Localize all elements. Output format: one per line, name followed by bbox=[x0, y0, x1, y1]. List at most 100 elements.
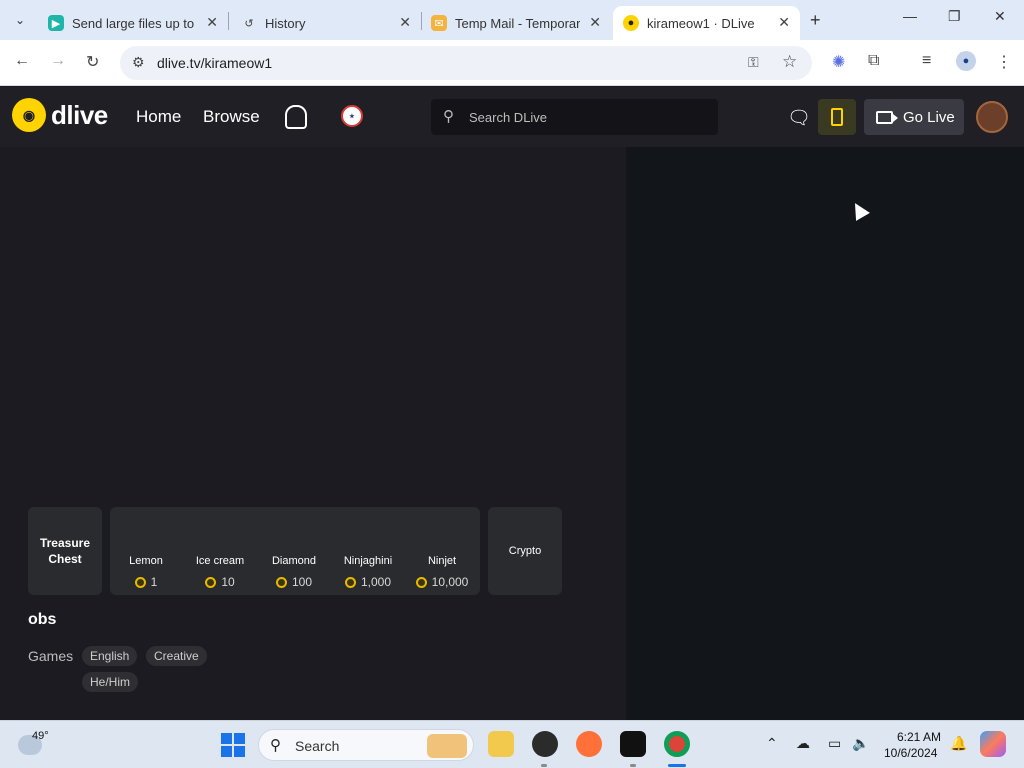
gift-ninjet-price[interactable]: 10,000 bbox=[406, 575, 478, 589]
crypto-label: Crypto bbox=[508, 545, 542, 557]
gift-ice-cream-price[interactable]: 10 bbox=[184, 575, 256, 589]
price-value: 10,000 bbox=[431, 575, 469, 589]
filemail-icon: ▶ bbox=[48, 15, 64, 31]
new-tab-icon[interactable]: + bbox=[810, 10, 821, 31]
phone-icon bbox=[831, 108, 843, 126]
user-avatar[interactable] bbox=[976, 101, 1008, 133]
crypto-button[interactable]: Crypto bbox=[488, 507, 562, 595]
vote-badge-icon[interactable]: ★ bbox=[341, 105, 363, 127]
tab-send-large-files[interactable]: ▶ Send large files up to 5 ✕ bbox=[38, 6, 228, 40]
price-value: 1 bbox=[150, 575, 158, 589]
tab-title: History bbox=[265, 15, 306, 31]
audio-app-icon[interactable] bbox=[620, 731, 646, 757]
extension-icon[interactable]: ✺ bbox=[832, 52, 845, 72]
copilot-icon[interactable] bbox=[980, 731, 1006, 757]
dlive-logo-icon[interactable]: ◉ bbox=[12, 98, 46, 132]
window-close-icon[interactable]: ✕ bbox=[994, 8, 1006, 25]
treasure-chest-button[interactable]: Treasure Chest bbox=[28, 507, 102, 595]
chat-panel bbox=[626, 147, 1024, 720]
bookmark-star-icon[interactable]: ☆ bbox=[782, 52, 797, 72]
video-player[interactable] bbox=[14, 147, 626, 503]
site-info-icon[interactable]: ⚙ bbox=[132, 54, 145, 71]
tempmail-icon: ✉ bbox=[431, 15, 447, 31]
gift-ninjaghini-price[interactable]: 1,000 bbox=[332, 575, 404, 589]
chat-messages-icon[interactable]: 🗨 bbox=[787, 106, 811, 130]
browser-tab-strip: ⌄ ▶ Send large files up to 5 ✕ ↺ History… bbox=[0, 0, 1024, 40]
weather-temperature[interactable]: 49° bbox=[32, 730, 49, 742]
restore-icon[interactable]: ❐ bbox=[948, 8, 961, 25]
tab-dlive-kirameow1[interactable]: ● kirameow1 · DLive ✕ bbox=[613, 6, 800, 40]
tab-title: kirameow1 · DLive bbox=[647, 15, 755, 31]
tab-temp-mail[interactable]: ✉ Temp Mail - Temporary ✕ bbox=[421, 6, 611, 40]
tab-history[interactable]: ↺ History ✕ bbox=[231, 6, 421, 40]
lemon-coin-icon bbox=[415, 576, 427, 588]
gift-ninjaghini-label[interactable]: Ninjaghini bbox=[332, 555, 404, 567]
minimize-icon[interactable]: — bbox=[903, 8, 917, 24]
mobile-app-button[interactable] bbox=[818, 99, 856, 135]
password-key-icon[interactable]: ⚿ bbox=[748, 54, 759, 71]
close-tab-icon[interactable]: ✕ bbox=[778, 14, 790, 31]
clock-time[interactable]: 6:21 AM bbox=[895, 730, 941, 744]
tab-separator bbox=[228, 12, 229, 30]
lemon-coin-icon bbox=[275, 576, 287, 588]
onedrive-icon[interactable]: ☁ bbox=[796, 735, 810, 752]
go-live-button[interactable]: Go Live bbox=[864, 99, 964, 135]
taskbar-search[interactable]: ⚲ Search bbox=[258, 729, 474, 761]
go-live-label: Go Live bbox=[903, 108, 955, 126]
close-tab-icon[interactable]: ✕ bbox=[206, 14, 218, 31]
browser-menu-icon[interactable]: ⋮ bbox=[996, 52, 1012, 72]
search-icon: ⚲ bbox=[270, 737, 281, 754]
lemon-coin-icon bbox=[205, 576, 217, 588]
gift-lemon-label[interactable]: Lemon bbox=[110, 555, 182, 567]
address-bar[interactable]: ⚙ dlive.tv/kirameow1 ⚿ ☆ bbox=[120, 46, 812, 80]
tab-title: Temp Mail - Temporary bbox=[455, 15, 580, 31]
file-explorer-icon[interactable] bbox=[488, 731, 514, 757]
running-indicator bbox=[630, 764, 636, 767]
forward-icon[interactable]: → bbox=[50, 52, 66, 70]
close-tab-icon[interactable]: ✕ bbox=[589, 14, 601, 31]
close-tab-icon[interactable]: ✕ bbox=[399, 14, 411, 31]
gift-ice-cream-label[interactable]: Ice cream bbox=[184, 555, 256, 567]
media-controls-icon[interactable]: ≡ bbox=[922, 52, 931, 70]
clock-date[interactable]: 10/6/2024 bbox=[884, 746, 937, 760]
gift-ninjet-label[interactable]: Ninjet bbox=[406, 555, 478, 567]
ghost-icon[interactable] bbox=[285, 105, 307, 129]
tab-search-dropdown-icon[interactable]: ⌄ bbox=[8, 8, 32, 32]
chrome-icon[interactable] bbox=[664, 731, 690, 757]
tag-he-him[interactable]: He/Him bbox=[82, 672, 139, 692]
chevron-up-icon[interactable]: ⌃ bbox=[766, 735, 778, 752]
search-icon: ⚲ bbox=[443, 108, 454, 125]
price-value: 10 bbox=[221, 575, 235, 589]
tag-english[interactable]: English bbox=[82, 646, 138, 666]
back-icon[interactable]: ← bbox=[14, 52, 30, 70]
price-value: 1,000 bbox=[360, 575, 392, 589]
dlive-search-box[interactable]: ⚲ bbox=[431, 99, 718, 135]
dlive-icon: ● bbox=[623, 15, 639, 31]
dlive-logo-text[interactable]: dlive bbox=[51, 100, 108, 131]
extensions-puzzle-icon[interactable]: ⧉ bbox=[868, 52, 879, 70]
gift-diamond-label[interactable]: Diamond bbox=[258, 555, 330, 567]
notification-bell-icon[interactable]: 🔔 bbox=[950, 735, 967, 752]
video-camera-icon bbox=[876, 110, 898, 124]
firefox-icon[interactable] bbox=[576, 731, 602, 757]
profile-avatar-icon[interactable]: ● bbox=[956, 51, 976, 71]
active-app-indicator bbox=[668, 764, 686, 767]
gift-diamond-price[interactable]: 100 bbox=[258, 575, 330, 589]
obs-icon[interactable] bbox=[532, 731, 558, 757]
network-icon[interactable]: ▭ bbox=[828, 735, 841, 752]
nav-browse-link[interactable]: Browse bbox=[203, 107, 260, 127]
dlive-search-input[interactable] bbox=[469, 105, 709, 129]
url-text[interactable]: dlive.tv/kirameow1 bbox=[157, 55, 272, 71]
tab-title: Send large files up to 5 bbox=[72, 15, 197, 31]
lemon-coin-icon bbox=[134, 576, 146, 588]
nav-home-link[interactable]: Home bbox=[136, 107, 181, 127]
gift-lemon-price[interactable]: 1 bbox=[110, 575, 182, 589]
search-highlight-icon bbox=[427, 734, 467, 758]
tag-creative[interactable]: Creative bbox=[146, 646, 207, 666]
reload-icon[interactable]: ↻ bbox=[86, 52, 99, 72]
stream-category[interactable]: Games bbox=[28, 648, 73, 664]
windows-start-icon[interactable] bbox=[221, 733, 245, 757]
treasure-chest-label: Treasure Chest bbox=[39, 536, 91, 566]
lemon-coin-icon bbox=[344, 576, 356, 588]
volume-icon[interactable]: 🔈 bbox=[852, 735, 869, 752]
